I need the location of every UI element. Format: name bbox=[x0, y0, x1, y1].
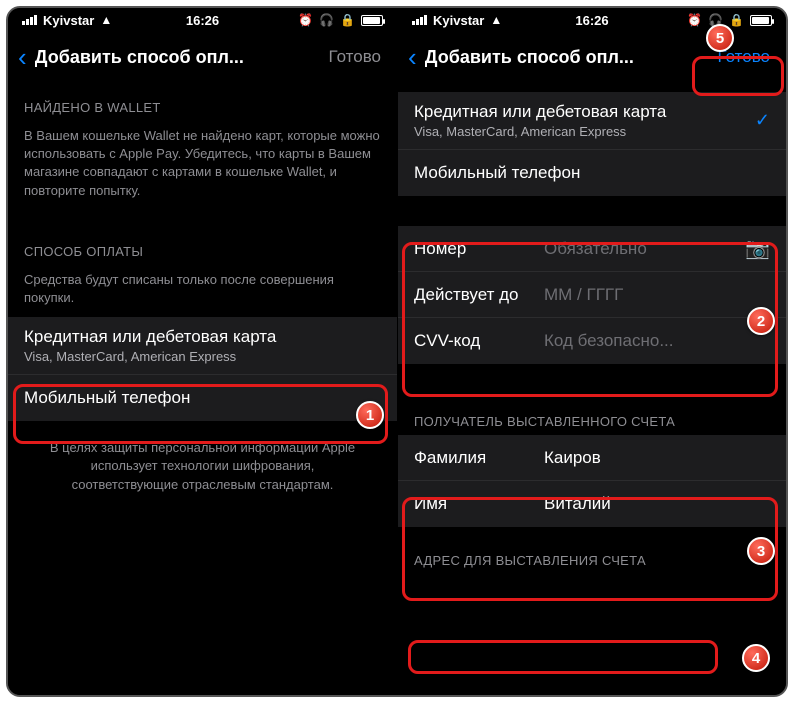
payment-method-card[interactable]: Кредитная или дебетовая карта Visa, Mast… bbox=[398, 92, 786, 150]
payment-method-phone[interactable]: Мобильный телефон bbox=[8, 375, 397, 421]
phone-title: Мобильный телефон bbox=[24, 388, 190, 408]
wifi-icon: ▲ bbox=[100, 13, 112, 27]
expires-label: Действует до bbox=[414, 285, 544, 305]
checkmark-icon: ✓ bbox=[755, 110, 770, 131]
lastname-field[interactable]: Каиров bbox=[544, 448, 770, 468]
phone-title: Мобильный телефон bbox=[414, 163, 580, 183]
payment-method-group: Кредитная или дебетовая карта Visa, Mast… bbox=[8, 317, 397, 421]
lock-icon: 🔒 bbox=[340, 13, 355, 27]
billto-header: ПОЛУЧАТЕЛЬ ВЫСТАВЛЕННОГО СЧЕТА bbox=[398, 364, 786, 435]
badge-2: 2 bbox=[747, 307, 775, 335]
headphones-icon: 🎧 bbox=[319, 13, 334, 27]
lastname-row[interactable]: Фамилия Каиров bbox=[398, 435, 786, 481]
method-header: СПОСОБ ОПЛАТЫ bbox=[8, 210, 397, 265]
battery-icon bbox=[750, 15, 772, 26]
expires-field[interactable]: ММ / ГГГГ bbox=[544, 285, 770, 305]
alarm-icon: ⏰ bbox=[687, 13, 702, 27]
status-bar: Kyivstar ▲ 16:26 ⏰ 🎧 🔒 bbox=[8, 8, 397, 32]
cvv-field[interactable]: Код безопасно... bbox=[544, 331, 770, 351]
status-time: 16:26 bbox=[575, 13, 608, 28]
number-label: Номер bbox=[414, 239, 544, 259]
phone-left: Kyivstar ▲ 16:26 ⏰ 🎧 🔒 ‹ Добавить способ… bbox=[8, 8, 397, 695]
card-details-group: Номер Обязательно 📷 Действует до ММ / ГГ… bbox=[398, 226, 786, 364]
card-subtitle: Visa, MasterCard, American Express bbox=[24, 349, 236, 364]
firstname-row[interactable]: Имя Виталий bbox=[398, 481, 786, 527]
signal-icon bbox=[412, 15, 427, 25]
cvv-label: CVV-код bbox=[414, 331, 544, 351]
card-title: Кредитная или дебетовая карта bbox=[24, 327, 276, 347]
carrier-label: Kyivstar bbox=[43, 13, 94, 28]
number-field[interactable]: Обязательно bbox=[544, 239, 745, 259]
lock-icon: 🔒 bbox=[729, 13, 744, 27]
cvv-row[interactable]: CVV-код Код безопасно... bbox=[398, 318, 786, 364]
lastname-label: Фамилия bbox=[414, 448, 544, 468]
payment-method-group: Кредитная или дебетовая карта Visa, Mast… bbox=[398, 92, 786, 196]
firstname-label: Имя bbox=[414, 494, 544, 514]
address-header: АДРЕС ДЛЯ ВЫСТАВЛЕНИЯ СЧЕТА bbox=[398, 527, 786, 574]
page-title: Добавить способ опл... bbox=[425, 47, 712, 68]
firstname-field[interactable]: Виталий bbox=[544, 494, 770, 514]
badge-3: 3 bbox=[747, 537, 775, 565]
back-icon[interactable]: ‹ bbox=[18, 44, 27, 70]
nav-bar: ‹ Добавить способ опл... Готово bbox=[8, 32, 397, 82]
privacy-footer: В целях защиты персональной информации A… bbox=[8, 421, 397, 512]
billto-group: Фамилия Каиров Имя Виталий bbox=[398, 435, 786, 527]
payment-method-card[interactable]: Кредитная или дебетовая карта Visa, Mast… bbox=[8, 317, 397, 375]
expires-row[interactable]: Действует до ММ / ГГГГ bbox=[398, 272, 786, 318]
alarm-icon: ⏰ bbox=[298, 13, 313, 27]
badge-5: 5 bbox=[706, 24, 734, 52]
badge-1: 1 bbox=[356, 401, 384, 429]
number-row[interactable]: Номер Обязательно 📷 bbox=[398, 226, 786, 272]
card-title: Кредитная или дебетовая карта bbox=[414, 102, 755, 122]
camera-icon[interactable]: 📷 bbox=[745, 236, 770, 261]
signal-icon bbox=[22, 15, 37, 25]
badge-4: 4 bbox=[742, 644, 770, 672]
card-subtitle: Visa, MasterCard, American Express bbox=[414, 124, 755, 139]
status-time: 16:26 bbox=[186, 13, 219, 28]
wallet-footer: В Вашем кошельке Wallet не найдено карт,… bbox=[8, 121, 397, 210]
carrier-label: Kyivstar bbox=[433, 13, 484, 28]
method-footer: Средства будут списаны только после сове… bbox=[8, 265, 397, 317]
page-title: Добавить способ опл... bbox=[35, 47, 323, 68]
payment-method-phone[interactable]: Мобильный телефон bbox=[398, 150, 786, 196]
battery-icon bbox=[361, 15, 383, 26]
done-button[interactable]: Готово bbox=[323, 47, 388, 67]
wallet-header: НАЙДЕНО В WALLET bbox=[8, 82, 397, 121]
wifi-icon: ▲ bbox=[490, 13, 502, 27]
phone-right: Kyivstar ▲ 16:26 ⏰ 🎧 🔒 ‹ Добавить способ… bbox=[397, 8, 786, 695]
back-icon[interactable]: ‹ bbox=[408, 44, 417, 70]
